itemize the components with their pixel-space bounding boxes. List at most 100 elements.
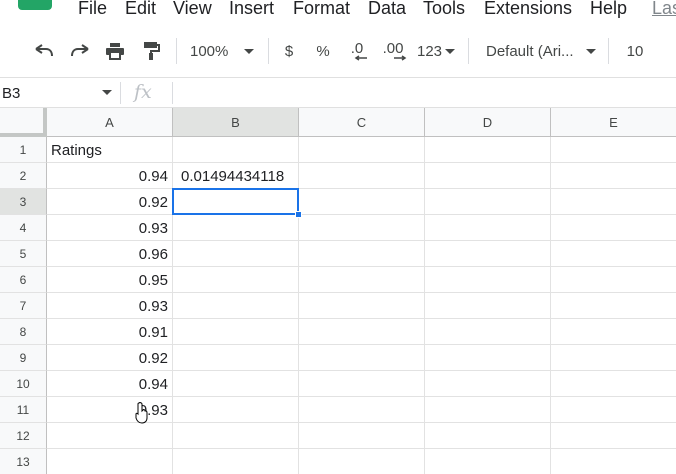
percent-format-button[interactable]: % bbox=[314, 40, 332, 62]
cell-d11[interactable] bbox=[425, 397, 551, 423]
cell-e3[interactable] bbox=[551, 189, 676, 215]
cell-a8[interactable]: 0.91 bbox=[47, 319, 173, 345]
font-family-select[interactable]: Default (Ari... bbox=[486, 40, 598, 62]
zoom-select[interactable]: 100% bbox=[190, 40, 262, 62]
cell-d6[interactable] bbox=[425, 267, 551, 293]
cell-d4[interactable] bbox=[425, 215, 551, 241]
cell-a2[interactable]: 0.94 bbox=[47, 163, 173, 189]
cell-e6[interactable] bbox=[551, 267, 676, 293]
cell-e7[interactable] bbox=[551, 293, 676, 319]
cell-d10[interactable] bbox=[425, 371, 551, 397]
cell-c11[interactable] bbox=[299, 397, 425, 423]
cell-b10[interactable] bbox=[173, 371, 299, 397]
cell-a11[interactable]: 0.93 bbox=[47, 397, 173, 423]
font-size-field[interactable]: 10 bbox=[624, 40, 646, 62]
cell-e1[interactable] bbox=[551, 137, 676, 163]
menu-format[interactable]: Format bbox=[293, 0, 350, 19]
cell-e12[interactable] bbox=[551, 423, 676, 449]
cell-c2[interactable] bbox=[299, 163, 425, 189]
row-header-7[interactable]: 7 bbox=[0, 293, 47, 319]
cell-b11[interactable] bbox=[173, 397, 299, 423]
row-header-2[interactable]: 2 bbox=[0, 163, 47, 189]
cell-d8[interactable] bbox=[425, 319, 551, 345]
cell-d1[interactable] bbox=[425, 137, 551, 163]
increase-decimal-button[interactable]: .00 bbox=[378, 40, 408, 62]
fill-handle[interactable] bbox=[295, 211, 302, 218]
cell-a1[interactable]: Ratings bbox=[47, 137, 173, 163]
sheets-logo[interactable] bbox=[18, 0, 52, 10]
cell-e2[interactable] bbox=[551, 163, 676, 189]
menu-help[interactable]: Help bbox=[590, 0, 627, 19]
cell-c8[interactable] bbox=[299, 319, 425, 345]
cell-c1[interactable] bbox=[299, 137, 425, 163]
row-header-11[interactable]: 11 bbox=[0, 397, 47, 423]
more-formats-button[interactable]: 123 bbox=[414, 40, 458, 62]
cell-a12[interactable] bbox=[47, 423, 173, 449]
cell-a5[interactable]: 0.96 bbox=[47, 241, 173, 267]
cell-a7[interactable]: 0.93 bbox=[47, 293, 173, 319]
cell-d7[interactable] bbox=[425, 293, 551, 319]
menu-data[interactable]: Data bbox=[368, 0, 406, 19]
decrease-decimal-button[interactable]: .0 bbox=[344, 40, 370, 62]
cell-e9[interactable] bbox=[551, 345, 676, 371]
name-box[interactable]: B3 bbox=[0, 78, 118, 108]
cell-d2[interactable] bbox=[425, 163, 551, 189]
cell-d12[interactable] bbox=[425, 423, 551, 449]
cell-a10[interactable]: 0.94 bbox=[47, 371, 173, 397]
cell-e5[interactable] bbox=[551, 241, 676, 267]
row-header-12[interactable]: 12 bbox=[0, 423, 47, 449]
menu-extensions[interactable]: Extensions bbox=[484, 0, 572, 19]
cell-c5[interactable] bbox=[299, 241, 425, 267]
column-header-b[interactable]: B bbox=[173, 108, 299, 137]
cell-c3[interactable] bbox=[299, 189, 425, 215]
cell-b5[interactable] bbox=[173, 241, 299, 267]
menu-file[interactable]: File bbox=[78, 0, 107, 19]
column-header-a[interactable]: A bbox=[47, 108, 173, 137]
cell-b12[interactable] bbox=[173, 423, 299, 449]
cell-e11[interactable] bbox=[551, 397, 676, 423]
menu-edit[interactable]: Edit bbox=[125, 0, 156, 19]
cell-c12[interactable] bbox=[299, 423, 425, 449]
cell-d3[interactable] bbox=[425, 189, 551, 215]
cell-b8[interactable] bbox=[173, 319, 299, 345]
cell-b13[interactable] bbox=[173, 449, 299, 474]
undo-icon[interactable] bbox=[32, 40, 56, 62]
cell-a4[interactable]: 0.93 bbox=[47, 215, 173, 241]
cell-a9[interactable]: 0.92 bbox=[47, 345, 173, 371]
cell-a6[interactable]: 0.95 bbox=[47, 267, 173, 293]
row-header-9[interactable]: 9 bbox=[0, 345, 47, 371]
cell-d13[interactable] bbox=[425, 449, 551, 474]
cell-c7[interactable] bbox=[299, 293, 425, 319]
row-header-1[interactable]: 1 bbox=[0, 137, 47, 163]
cell-b9[interactable] bbox=[173, 345, 299, 371]
row-header-5[interactable]: 5 bbox=[0, 241, 47, 267]
row-header-13[interactable]: 13 bbox=[0, 449, 47, 474]
row-header-4[interactable]: 4 bbox=[0, 215, 47, 241]
cell-b7[interactable] bbox=[173, 293, 299, 319]
cell-e4[interactable] bbox=[551, 215, 676, 241]
cell-c9[interactable] bbox=[299, 345, 425, 371]
paint-format-icon[interactable] bbox=[139, 40, 163, 62]
column-header-d[interactable]: D bbox=[425, 108, 551, 137]
cell-e13[interactable] bbox=[551, 449, 676, 474]
row-header-10[interactable]: 10 bbox=[0, 371, 47, 397]
cell-b3[interactable] bbox=[173, 189, 299, 215]
select-all-corner[interactable] bbox=[0, 108, 47, 137]
row-header-6[interactable]: 6 bbox=[0, 267, 47, 293]
cell-e8[interactable] bbox=[551, 319, 676, 345]
last-edit-link[interactable]: Las bbox=[652, 0, 676, 19]
row-header-3[interactable]: 3 bbox=[0, 189, 47, 215]
cell-c10[interactable] bbox=[299, 371, 425, 397]
cell-c6[interactable] bbox=[299, 267, 425, 293]
cell-b6[interactable] bbox=[173, 267, 299, 293]
cell-c4[interactable] bbox=[299, 215, 425, 241]
cell-d5[interactable] bbox=[425, 241, 551, 267]
menu-insert[interactable]: Insert bbox=[229, 0, 274, 19]
cell-b1[interactable] bbox=[173, 137, 299, 163]
menu-view[interactable]: View bbox=[173, 0, 212, 19]
column-header-c[interactable]: C bbox=[299, 108, 425, 137]
currency-format-button[interactable]: $ bbox=[280, 40, 298, 62]
column-header-e[interactable]: E bbox=[551, 108, 676, 137]
menu-tools[interactable]: Tools bbox=[423, 0, 465, 19]
cell-b2[interactable]: 0.01494434118 bbox=[173, 163, 299, 189]
